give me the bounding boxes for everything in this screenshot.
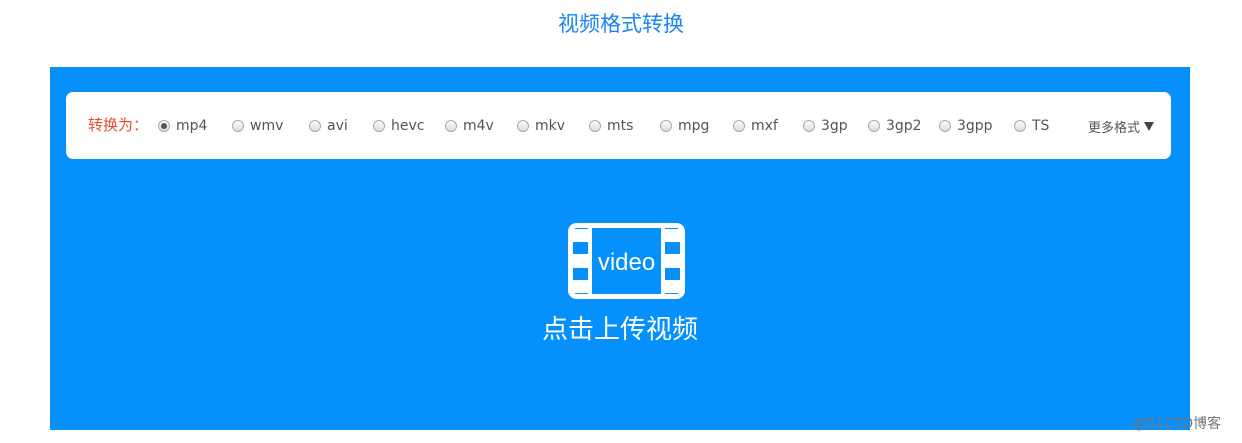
- upload-panel[interactable]: 转换为： mp4 wmv avi hevc m4v mkv mts mpg mx…: [50, 67, 1190, 430]
- format-option-mxf[interactable]: mxf: [733, 115, 778, 137]
- radio-mpg[interactable]: [660, 120, 672, 132]
- format-label: 3gp: [821, 118, 848, 134]
- radio-hevc[interactable]: [373, 120, 385, 132]
- format-label: avi: [327, 118, 348, 134]
- radio-3gp2[interactable]: [868, 120, 880, 132]
- format-option-hevc[interactable]: hevc: [373, 115, 424, 137]
- video-film-icon: video: [568, 223, 685, 299]
- format-option-mts[interactable]: mts: [589, 115, 633, 137]
- format-label: mp4: [176, 118, 208, 134]
- radio-avi[interactable]: [309, 120, 321, 132]
- format-label: hevc: [391, 118, 425, 134]
- upload-video-label: 点击上传视频: [541, 315, 698, 345]
- format-label: TS: [1032, 118, 1050, 134]
- more-formats-dropdown[interactable]: 更多格式: [1088, 115, 1155, 137]
- radio-3gp[interactable]: [803, 120, 815, 132]
- format-option-ts[interactable]: TS: [1014, 115, 1049, 137]
- format-option-avi[interactable]: avi: [309, 115, 348, 137]
- format-label: 3gp2: [886, 118, 922, 134]
- format-label: wmv: [250, 118, 284, 134]
- radio-3gpp[interactable]: [939, 120, 951, 132]
- format-label: mts: [607, 118, 634, 134]
- format-option-m4v[interactable]: m4v: [445, 115, 494, 137]
- radio-mkv[interactable]: [517, 120, 529, 132]
- format-option-mpg[interactable]: mpg: [660, 115, 709, 137]
- format-selector-bar: 转换为： mp4 wmv avi hevc m4v mkv mts mpg mx…: [66, 92, 1171, 159]
- radio-mxf[interactable]: [733, 120, 745, 132]
- format-option-3gp2[interactable]: 3gp2: [868, 115, 922, 137]
- format-option-3gp[interactable]: 3gp: [803, 115, 848, 137]
- triangle-down-icon: [1144, 122, 1155, 131]
- radio-m4v[interactable]: [445, 120, 457, 132]
- format-label: mxf: [751, 118, 778, 134]
- more-formats-label: 更多格式: [1088, 120, 1141, 136]
- upload-video-target[interactable]: video 点击上传视频: [520, 217, 720, 357]
- page-title: 视频格式转换: [558, 12, 684, 36]
- format-label: mkv: [535, 118, 566, 134]
- watermark: @51CTO博客: [1132, 416, 1222, 432]
- format-option-3gpp[interactable]: 3gpp: [939, 115, 993, 137]
- format-option-mp4[interactable]: mp4: [158, 115, 207, 137]
- radio-mts[interactable]: [589, 120, 601, 132]
- radio-mp4[interactable]: [158, 120, 170, 132]
- format-option-wmv[interactable]: wmv: [232, 115, 283, 137]
- format-option-mkv[interactable]: mkv: [517, 115, 565, 137]
- format-label: 3gpp: [957, 118, 993, 134]
- format-label: m4v: [463, 118, 494, 134]
- video-icon-text: video: [598, 249, 655, 276]
- format-label: mpg: [678, 118, 710, 134]
- radio-wmv[interactable]: [232, 120, 244, 132]
- convert-to-label: 转换为：: [88, 116, 149, 134]
- radio-ts[interactable]: [1014, 120, 1026, 132]
